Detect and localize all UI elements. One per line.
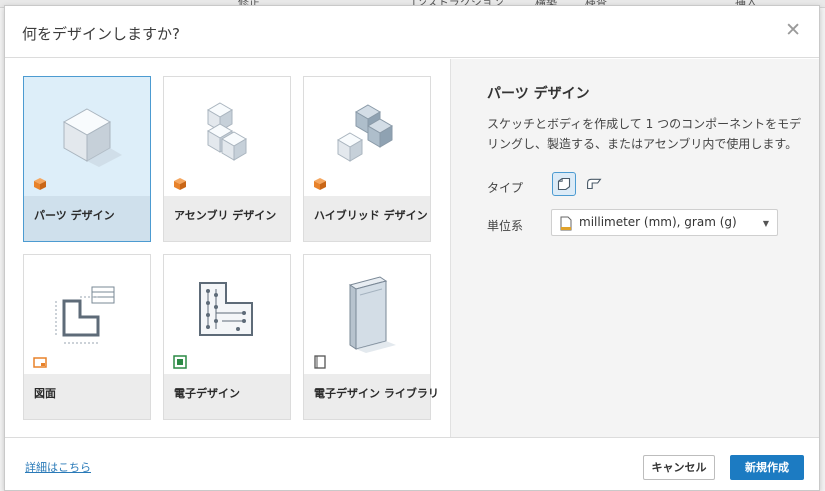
card-electronics-design[interactable]: 電子デザイン — [163, 254, 291, 420]
hybrid-badge-icon — [314, 178, 326, 190]
card-label: 図面 — [34, 387, 56, 400]
panel-description: スケッチとボディを作成して 1 つのコンポーネントをモデリングし、製造する、また… — [487, 117, 802, 151]
unit-value: millimeter (mm), gram (g) — [579, 215, 737, 229]
document-icon — [560, 216, 572, 231]
drawing-badge-icon — [33, 357, 47, 368]
chevron-down-icon: ▼ — [762, 219, 769, 228]
dialog-title: 何をデザインしますか? — [22, 25, 180, 43]
type-sheet-metal-button[interactable] — [583, 172, 607, 196]
card-label: パーツ デザイン — [34, 209, 115, 222]
close-icon[interactable]: ✕ — [785, 20, 801, 40]
card-part-design[interactable]: パーツ デザイン — [23, 76, 151, 242]
card-assembly-design[interactable]: アセンブリ デザイン — [163, 76, 291, 242]
card-label: アセンブリ デザイン — [174, 209, 277, 222]
card-electronics-library[interactable]: 電子デザイン ライブラリ — [303, 254, 439, 420]
create-button[interactable]: 新規作成 — [730, 455, 804, 480]
learn-more-link[interactable]: 詳細はこちら — [25, 459, 91, 475]
dialog-header: 何をデザインしますか? ✕ — [5, 6, 819, 58]
library-badge-icon — [314, 355, 326, 369]
card-drawing[interactable]: 図面 — [23, 254, 151, 420]
card-label: ハイブリッド デザイン — [314, 209, 428, 222]
electronics-badge-icon — [173, 355, 187, 369]
new-design-dialog: 何をデザインしますか? ✕ パーツ デザイン アセンブリ デザイン ハイブリッド… — [4, 5, 820, 491]
card-label: 電子デザイン — [174, 387, 240, 400]
design-type-grid: パーツ デザイン アセンブリ デザイン ハイブリッド デザイン 図面 電子デザイ… — [5, 59, 450, 437]
part-badge-icon — [34, 178, 46, 190]
cancel-button[interactable]: キャンセル — [643, 455, 715, 480]
card-label: 電子デザイン ライブラリ — [314, 387, 439, 400]
type-solid-button[interactable] — [552, 172, 576, 196]
assembly-badge-icon — [174, 178, 186, 190]
panel-title: パーツ デザイン — [487, 86, 590, 102]
sheet-metal-icon — [587, 178, 602, 190]
solid-part-icon — [557, 177, 571, 191]
dialog-footer: 詳細はこちら キャンセル 新規作成 — [5, 437, 819, 490]
unit-label: 単位系 — [487, 219, 524, 233]
type-label: タイプ — [487, 181, 524, 195]
design-details-panel: パーツ デザイン スケッチとボディを作成して 1 つのコンポーネントをモデリング… — [450, 59, 819, 437]
unit-dropdown[interactable]: millimeter (mm), gram (g) ▼ — [551, 209, 778, 236]
card-hybrid-design[interactable]: ハイブリッド デザイン — [303, 76, 431, 242]
